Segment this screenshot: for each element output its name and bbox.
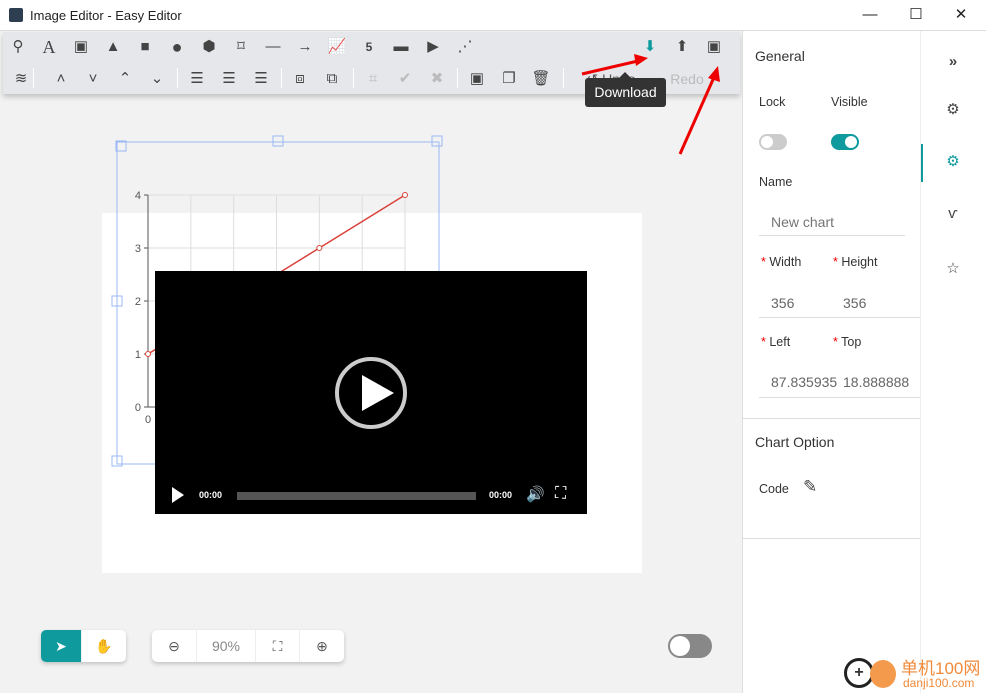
window-title: Image Editor - Easy Editor bbox=[30, 8, 182, 23]
delete-icon[interactable]: 🗑 bbox=[530, 68, 552, 90]
zoom-out-icon[interactable]: ⊖ bbox=[152, 630, 197, 662]
zoom-in-icon[interactable]: ⊕ bbox=[300, 630, 344, 662]
general-heading: General bbox=[755, 48, 805, 64]
width-input[interactable]: 356 bbox=[771, 295, 845, 311]
resize-handle bbox=[431, 135, 443, 147]
crop-icon[interactable]: ⌗ bbox=[362, 68, 384, 90]
bring-to-front-icon[interactable]: ⌃ bbox=[114, 68, 136, 90]
current-time: 00:00 bbox=[199, 490, 223, 500]
lock-label: Lock bbox=[759, 95, 786, 109]
line-icon[interactable]: — bbox=[262, 36, 284, 58]
image-icon[interactable]: ▣ bbox=[70, 36, 92, 58]
height-label: Height bbox=[841, 255, 878, 269]
data-point bbox=[145, 351, 151, 357]
layers-icon[interactable]: ≋ bbox=[10, 68, 32, 90]
properties-panel: General Lock Visible Name * Width * Heig… bbox=[742, 31, 921, 693]
top-label: Top bbox=[841, 335, 862, 349]
big-play-button[interactable] bbox=[335, 357, 407, 429]
bezier-icon[interactable]: ⋰ bbox=[454, 36, 476, 58]
y-tick-label: 0 bbox=[135, 402, 141, 414]
ungroup-icon[interactable]: ⧉ bbox=[321, 68, 343, 90]
vine-icon[interactable]: ѵ bbox=[941, 205, 965, 222]
chart-option-heading: Chart Option bbox=[755, 434, 835, 450]
duration: 00:00 bbox=[489, 490, 513, 500]
star-icon[interactable]: ☆ bbox=[941, 259, 965, 277]
polygon-icon[interactable]: ⌑ bbox=[230, 36, 252, 58]
bring-forward-icon[interactable]: ˄ bbox=[50, 68, 72, 90]
watermark-url: danji100.com bbox=[903, 676, 975, 690]
window-icon[interactable]: ▬ bbox=[390, 36, 412, 58]
fullscreen-icon[interactable]: ⛶ bbox=[555, 485, 566, 503]
map-marker-icon[interactable]: ⚲ bbox=[7, 36, 29, 58]
side-rail: » ⚙ ⚙ ѵ ☆ bbox=[920, 31, 986, 693]
send-to-back-icon[interactable]: ⌄ bbox=[146, 68, 168, 90]
rectangle-icon[interactable]: ■ bbox=[134, 36, 156, 58]
y-tick-label: 3 bbox=[135, 243, 141, 255]
volume-icon[interactable]: 🔊 bbox=[526, 485, 545, 503]
cube-icon[interactable]: ⬢ bbox=[198, 36, 220, 58]
maximize-button[interactable]: ☐ bbox=[901, 4, 931, 26]
width-label: Width bbox=[769, 255, 802, 269]
circle-icon[interactable]: ● bbox=[166, 36, 188, 58]
advanced-settings-icon[interactable]: ⚙ bbox=[941, 152, 965, 170]
x-tick-label: 0 bbox=[145, 414, 151, 426]
seek-bar[interactable] bbox=[237, 492, 476, 500]
group-icon[interactable]: ⧈ bbox=[289, 68, 311, 90]
height-input[interactable]: 356 bbox=[843, 295, 917, 311]
align-center-icon[interactable]: ☰ bbox=[218, 68, 240, 90]
resize-handle bbox=[272, 135, 284, 147]
y-tick-label: 1 bbox=[135, 349, 141, 361]
duplicate-icon[interactable]: ❐ bbox=[498, 68, 520, 90]
video-player[interactable]: 00:00 00:00 🔊 ⛶ bbox=[155, 271, 587, 514]
annotation-arrows bbox=[581, 54, 720, 155]
align-left-icon[interactable]: ☰ bbox=[186, 68, 208, 90]
minimize-button[interactable]: — bbox=[855, 4, 885, 26]
pan-tool-icon[interactable]: ✋ bbox=[82, 630, 126, 662]
text-icon[interactable]: A bbox=[38, 36, 60, 58]
title-bar: Image Editor - Easy Editor — ☐ ✕ bbox=[0, 0, 986, 31]
visible-label: Visible bbox=[831, 95, 868, 109]
align-right-icon[interactable]: ☰ bbox=[250, 68, 272, 90]
zoom-level: 90% bbox=[197, 630, 256, 662]
cancel-icon[interactable]: ✖ bbox=[426, 68, 448, 90]
name-input[interactable] bbox=[759, 208, 905, 236]
y-tick-label: 2 bbox=[135, 296, 141, 308]
left-label: Left bbox=[769, 335, 791, 349]
app-icon bbox=[9, 8, 23, 22]
zoom-controls: ⊖ 90% ⛶ ⊕ bbox=[152, 630, 344, 662]
select-tool-icon[interactable]: ➤ bbox=[41, 630, 82, 662]
left-input[interactable]: 87.835935 bbox=[771, 374, 841, 390]
y-tick-label: 4 bbox=[135, 190, 141, 202]
triangle-icon[interactable]: ▲ bbox=[102, 36, 124, 58]
top-input[interactable]: 18.888888 bbox=[843, 374, 913, 390]
visible-toggle[interactable] bbox=[831, 134, 859, 150]
fit-screen-icon[interactable]: ⛶ bbox=[256, 630, 300, 662]
html5-icon[interactable]: 5 bbox=[358, 36, 380, 58]
chart-icon[interactable]: 📈 bbox=[326, 36, 348, 58]
tool-mode-group: ➤ ✋ bbox=[41, 630, 126, 662]
arrow-icon[interactable]: → bbox=[294, 36, 316, 58]
close-button[interactable]: ✕ bbox=[946, 4, 976, 26]
name-label: Name bbox=[759, 175, 793, 189]
expand-icon[interactable]: » bbox=[941, 53, 965, 70]
play-icon[interactable] bbox=[172, 487, 184, 503]
video-icon[interactable]: ▶ bbox=[422, 36, 444, 58]
settings-icon[interactable]: ⚙ bbox=[941, 100, 965, 118]
lock-toggle[interactable] bbox=[759, 134, 787, 150]
data-point bbox=[402, 192, 408, 198]
image-icon[interactable]: ▣ bbox=[466, 68, 488, 90]
edit-code-icon[interactable]: ✎ bbox=[803, 477, 817, 497]
watermark-logo: + bbox=[840, 656, 900, 690]
data-point bbox=[316, 245, 323, 251]
confirm-icon[interactable]: ✔ bbox=[394, 68, 416, 90]
send-backward-icon[interactable]: ˅ bbox=[82, 68, 104, 90]
play-icon bbox=[362, 375, 394, 411]
bottom-toggle[interactable] bbox=[668, 634, 712, 658]
code-label: Code bbox=[759, 482, 789, 496]
